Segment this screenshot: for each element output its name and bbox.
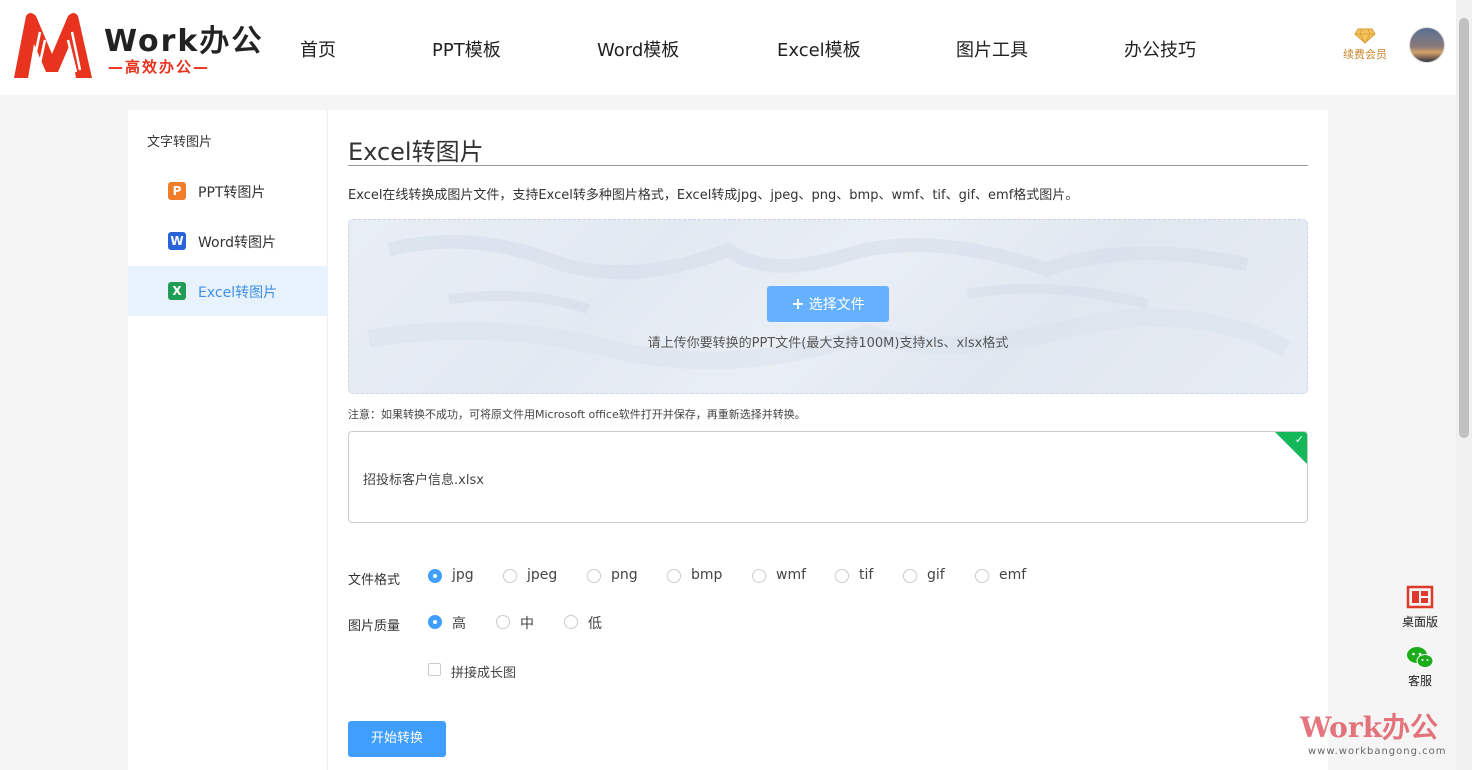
sidebar-item-label: Word转图片 [198, 235, 276, 251]
selected-file-name: 招投标客户信息.xlsx [363, 473, 484, 488]
brand-tagline: —高效办公— [108, 58, 211, 76]
merge-label: 拼接成长图 [451, 666, 517, 681]
start-convert-button[interactable]: 开始转换 [348, 721, 446, 757]
choose-file-label: 选择文件 [808, 297, 865, 313]
radio-dot [667, 569, 681, 583]
logo-m-icon [14, 13, 92, 78]
radio-dot [975, 569, 989, 583]
watermark-url: www.workbangong.com [1308, 746, 1447, 757]
radio-dot [903, 569, 917, 583]
radio-dot [503, 569, 517, 583]
excel-icon: X [168, 282, 186, 300]
sidebar-item-excel[interactable]: X Excel转图片 [128, 266, 328, 316]
scrollbar-thumb[interactable] [1459, 18, 1469, 438]
radio-label: wmf [776, 567, 807, 583]
plus-icon: + [791, 294, 805, 313]
diamond-icon [1354, 28, 1376, 44]
conversion-note: 注意：如果转换不成功，可将原文件用Microsoft office软件打开并保存… [348, 408, 806, 421]
desktop-label: 桌面版 [1401, 615, 1438, 629]
check-icon: ✓ [1294, 433, 1304, 446]
brand-logo[interactable]: Work办公 —高效办公— [12, 10, 261, 80]
upload-dropzone[interactable]: + 选择文件 请上传你要转换的PPT文件(最大支持100M)支持xls、xlsx格… [348, 219, 1308, 394]
watermark-title: Work办公 [1300, 711, 1438, 744]
sidebar: 文字转图片 P PPT转图片 W Word转图片 X Excel转图片 [128, 110, 328, 770]
upload-hint: 请上传你要转换的PPT文件(最大支持100M)支持xls、xlsx格式 [647, 336, 1009, 351]
vip-label: 续费会员 [1343, 48, 1387, 61]
sidebar-item-label: Excel转图片 [198, 285, 278, 301]
radio-label: 高 [452, 616, 466, 632]
nav-ppt-templates[interactable]: PPT模板 [432, 36, 501, 62]
desktop-icon [1406, 585, 1434, 609]
page-description: Excel在线转换成图片文件，支持Excel转多种图片格式，Excel转成jpg… [348, 188, 1079, 203]
format-label: 文件格式 [348, 573, 401, 588]
title-divider [348, 165, 1308, 166]
vip-renew-button[interactable]: 续费会员 [1336, 28, 1394, 62]
page-title: Excel转图片 [348, 138, 484, 166]
nav-word-templates[interactable]: Word模板 [597, 36, 679, 62]
checkbox-box [428, 663, 441, 676]
service-label: 客服 [1407, 674, 1432, 688]
radio-label: gif [927, 567, 945, 583]
radio-dot [835, 569, 849, 583]
sidebar-item-word[interactable]: W Word转图片 [128, 216, 328, 266]
radio-dot [752, 569, 766, 583]
top-header: Work办公 —高效办公— 首页 PPT模板 Word模板 Excel模板 图片… [0, 0, 1456, 95]
radio-label: emf [999, 567, 1027, 583]
quality-label: 图片质量 [348, 619, 401, 634]
desktop-version-button[interactable]: 桌面版 [1396, 585, 1444, 630]
sidebar-item-ppt[interactable]: P PPT转图片 [128, 166, 328, 216]
wechat-icon [1407, 647, 1434, 668]
radio-label: png [611, 567, 638, 583]
nav-excel-templates[interactable]: Excel模板 [777, 36, 861, 62]
radio-label: 低 [588, 616, 602, 632]
page-scrollbar[interactable] [1456, 0, 1472, 770]
customer-service-button[interactable]: 客服 [1396, 646, 1444, 689]
radio-dot [428, 615, 442, 629]
brand-name: Work办公 [104, 24, 264, 59]
main-panel: Excel转图片 Excel在线转换成图片文件，支持Excel转多种图片格式，E… [328, 110, 1328, 770]
radio-label: tif [859, 567, 874, 583]
sidebar-title: 文字转图片 [147, 135, 213, 150]
nav-office-tips[interactable]: 办公技巧 [1124, 36, 1196, 62]
radio-label: jpeg [527, 567, 558, 583]
radio-label: 中 [520, 616, 534, 632]
radio-label: jpg [452, 567, 474, 583]
radio-dot [564, 615, 578, 629]
word-icon: W [168, 232, 186, 250]
avatar[interactable] [1409, 27, 1445, 63]
radio-dot [496, 615, 510, 629]
radio-label: bmp [691, 567, 723, 583]
site-watermark: Work办公 www.workbangong.com [1300, 706, 1447, 757]
ppt-icon: P [168, 182, 186, 200]
nav-home[interactable]: 首页 [300, 36, 336, 62]
selected-file-card[interactable]: 招投标客户信息.xlsx ✓ [348, 431, 1308, 523]
nav-image-tools[interactable]: 图片工具 [956, 36, 1028, 62]
choose-file-button[interactable]: + 选择文件 [767, 286, 889, 322]
radio-dot [428, 569, 442, 583]
radio-dot [587, 569, 601, 583]
sidebar-item-label: PPT转图片 [198, 185, 266, 201]
